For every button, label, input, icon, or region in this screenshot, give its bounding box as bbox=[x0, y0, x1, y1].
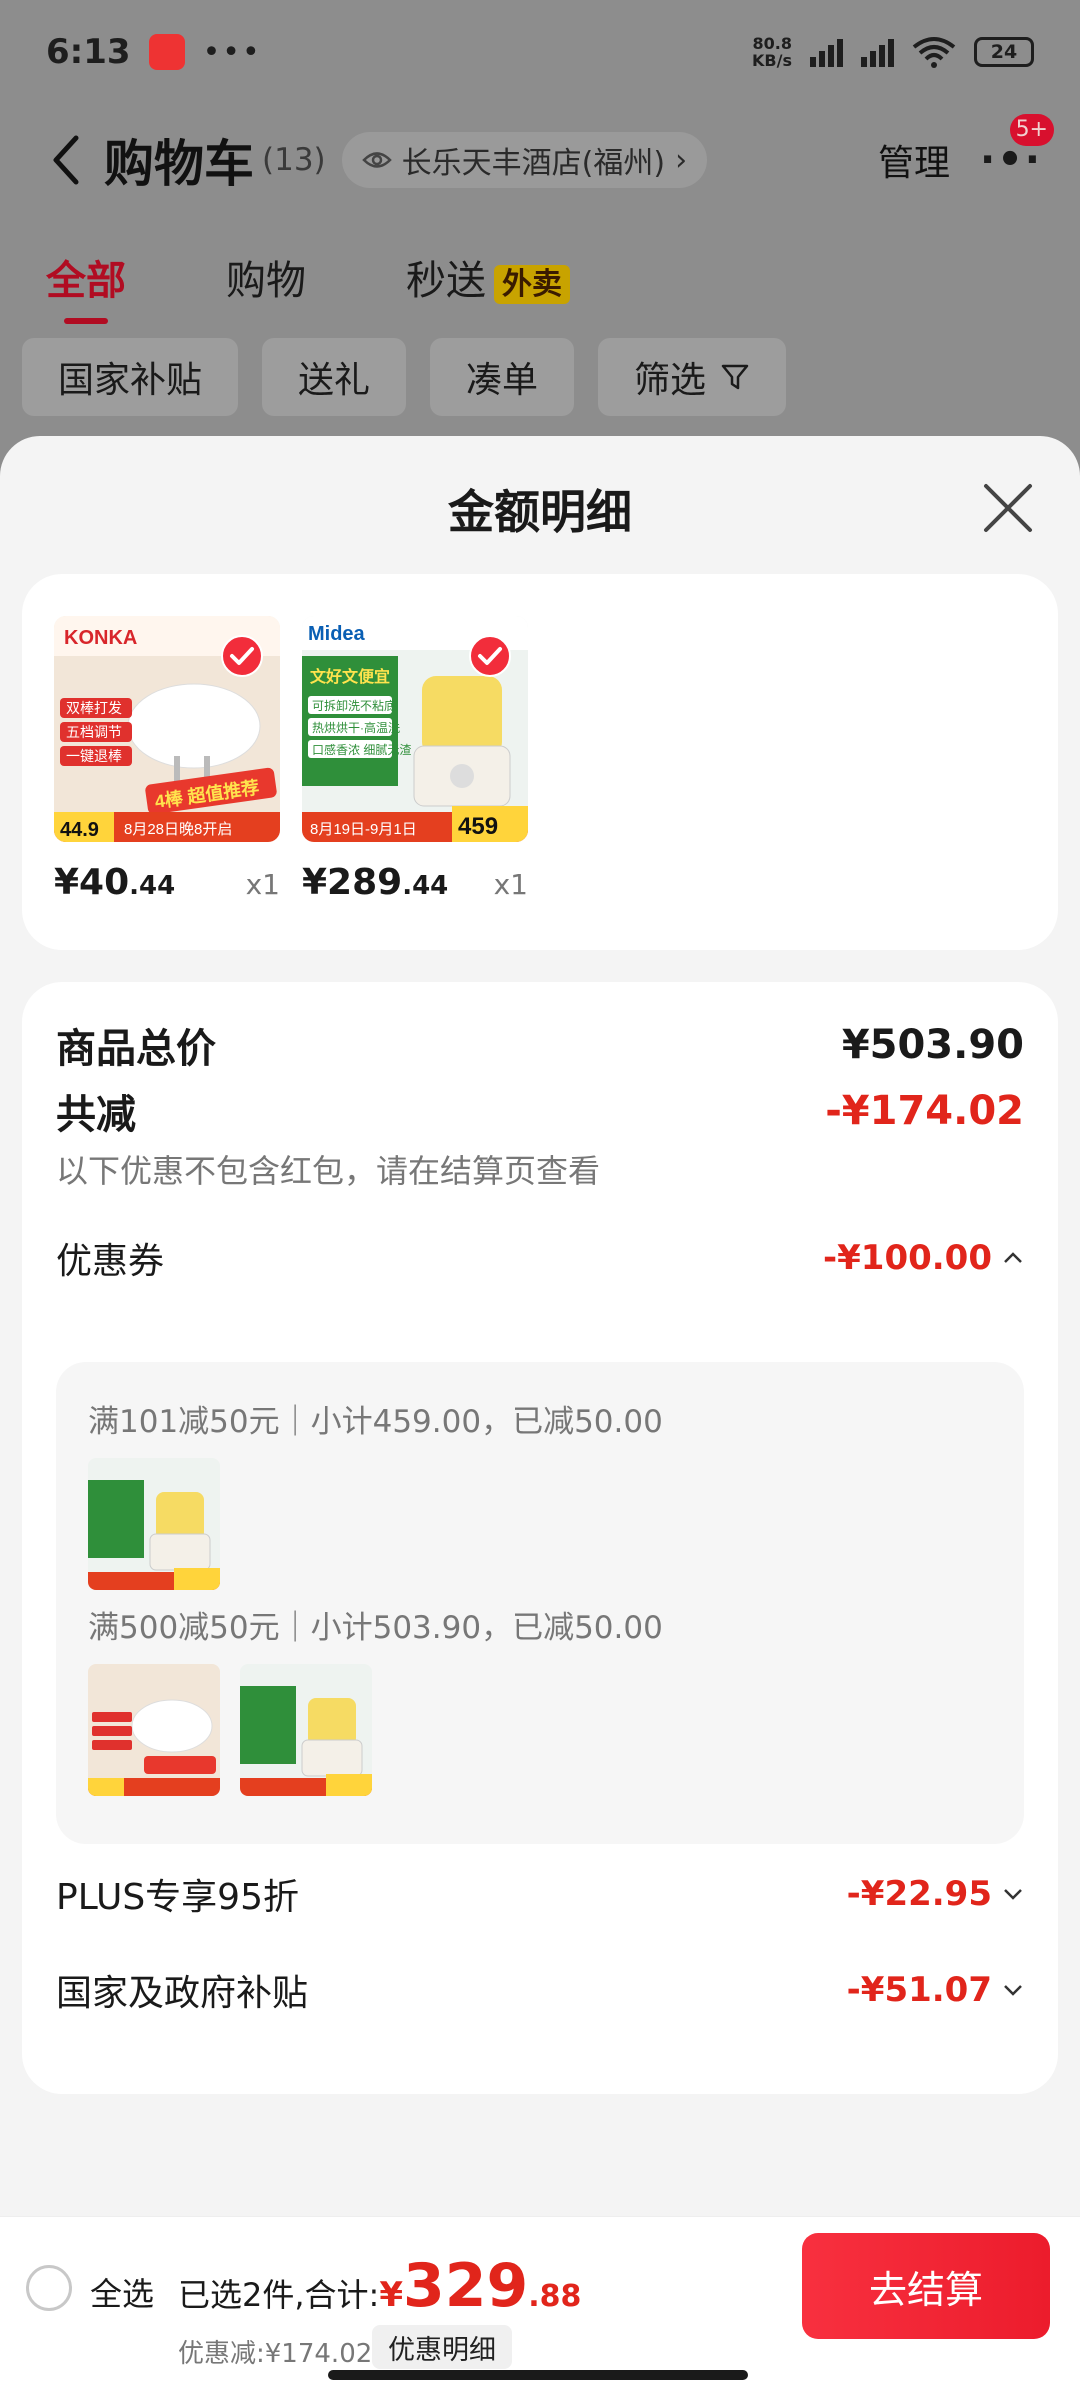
svg-text:KONKA: KONKA bbox=[64, 627, 137, 649]
product-thumb-mixer bbox=[88, 1664, 220, 1796]
status-time: 6:13 bbox=[46, 32, 131, 72]
discount-summary: 优惠减:¥174.02 bbox=[178, 2339, 373, 2369]
product-quantity: x1 bbox=[245, 868, 280, 901]
home-indicator[interactable] bbox=[328, 2370, 748, 2380]
takeout-tag: 外卖 bbox=[494, 265, 570, 304]
sheet-title: 金额明细 bbox=[448, 485, 632, 539]
coupon-label: 优惠券 bbox=[56, 1241, 165, 1282]
back-arrow-icon[interactable] bbox=[46, 132, 86, 188]
product-item[interactable]: Midea 文好文便宜 可拆卸洗不粘底 热烘烘干·高温洗 口感香浓 细腻无渣 4… bbox=[302, 616, 528, 903]
total-summary: 已选2件,合计: ¥ 329 .88 bbox=[178, 2251, 582, 2321]
eye-icon bbox=[361, 152, 392, 168]
category-tabs: 全部 购物 秒送 外卖 bbox=[46, 248, 570, 324]
manage-button[interactable]: 管理 bbox=[878, 134, 950, 186]
chip-bundle[interactable]: 凑单 bbox=[430, 338, 575, 416]
address-selector[interactable]: 长乐天丰酒店(福州) › bbox=[341, 132, 708, 188]
total-price-label: 商品总价 bbox=[56, 1026, 216, 1072]
total-price-value: ¥503.90 bbox=[841, 1022, 1024, 1068]
message-badge: 5+ bbox=[1009, 114, 1054, 146]
select-all-label[interactable]: 全选 bbox=[90, 2269, 154, 2315]
plus-discount-value: -¥22.95 bbox=[846, 1874, 992, 1914]
subsidy-value: -¥51.07 bbox=[846, 1970, 992, 2010]
discount-detail-button[interactable]: 优惠明细 bbox=[372, 2325, 512, 2369]
svg-text:8月28日晚8开启: 8月28日晚8开启 bbox=[124, 821, 232, 838]
subsidy-row[interactable]: 国家及政府补贴 -¥51.07 bbox=[56, 1958, 1024, 2022]
battery-icon: 24 bbox=[974, 37, 1034, 67]
svg-text:热烘烘干·高温洗: 热烘烘干·高温洗 bbox=[312, 720, 400, 735]
chevron-down-icon bbox=[1004, 1889, 1022, 1900]
svg-text:可拆卸洗不粘底: 可拆卸洗不粘底 bbox=[312, 698, 396, 713]
address-text: 长乐天丰酒店(福州) bbox=[401, 146, 666, 181]
page-title: 购物车 bbox=[104, 135, 254, 193]
svg-text:口感香浓 细腻无渣: 口感香浓 细腻无渣 bbox=[312, 742, 411, 757]
checked-icon bbox=[221, 635, 263, 677]
product-price: ¥40.44 bbox=[54, 862, 176, 903]
checkout-button[interactable]: 去结算 bbox=[802, 2233, 1050, 2339]
reduction-value: -¥174.02 bbox=[825, 1088, 1024, 1134]
reduction-row: 共减 -¥174.02 bbox=[56, 1076, 1024, 1146]
chevron-down-icon bbox=[1004, 1985, 1022, 1996]
amount-detail-sheet: 金额明细 KONKA 双棒打发 五档调节 一键退棒 4棒 超值推荐 44.9 8… bbox=[0, 436, 1080, 2400]
svg-text:459: 459 bbox=[458, 813, 498, 840]
product-image-soymilk-maker: Midea 文好文便宜 可拆卸洗不粘底 热烘烘干·高温洗 口感香浓 细腻无渣 4… bbox=[302, 616, 528, 842]
chip-gift[interactable]: 送礼 bbox=[262, 338, 407, 416]
product-quantity: x1 bbox=[493, 868, 528, 901]
checked-icon bbox=[469, 635, 511, 677]
total-price-row: 商品总价 ¥503.90 bbox=[56, 1010, 1024, 1080]
chip-national-subsidy[interactable]: 国家补贴 bbox=[22, 338, 239, 416]
reduction-label: 共减 bbox=[56, 1092, 136, 1138]
product-item[interactable]: KONKA 双棒打发 五档调节 一键退棒 4棒 超值推荐 44.9 8月28日晚… bbox=[54, 616, 280, 903]
close-icon[interactable] bbox=[980, 480, 1036, 536]
svg-text:44.9: 44.9 bbox=[60, 819, 99, 841]
total-amount: 329 bbox=[403, 2251, 529, 2321]
wifi-icon bbox=[912, 37, 956, 68]
app-notification-icon bbox=[148, 34, 185, 70]
coupon-value: -¥100.00 bbox=[823, 1238, 992, 1278]
tab-express[interactable]: 秒送 外卖 bbox=[406, 248, 570, 306]
product-thumb-soymilk-maker bbox=[88, 1458, 220, 1590]
svg-text:8月19日-9月1日: 8月19日-9月1日 bbox=[310, 821, 417, 838]
reduction-note: 以下优惠不包含红包，请在结算页查看 bbox=[56, 1152, 601, 1190]
subsidy-label: 国家及政府补贴 bbox=[56, 1973, 309, 2014]
svg-text:双棒打发: 双棒打发 bbox=[66, 700, 122, 716]
plus-discount-row[interactable]: PLUS专享95折 -¥22.95 bbox=[56, 1862, 1024, 1926]
filter-chips: 国家补贴 送礼 凑单 筛选 bbox=[22, 338, 787, 416]
more-menu-button[interactable]: ·•· 5+ bbox=[980, 114, 1054, 180]
tab-all[interactable]: 全部 bbox=[46, 248, 126, 324]
filter-icon bbox=[721, 364, 749, 390]
coupon-row[interactable]: 优惠券 -¥100.00 bbox=[56, 1226, 1024, 1290]
coupon-rule: 满101减50元｜小计459.00，已减50.00 bbox=[88, 1404, 663, 1440]
chip-filter[interactable]: 筛选 bbox=[598, 338, 787, 416]
cart-header: 购物车 (13) 长乐天丰酒店(福州) › 管理 ·•· 5+ bbox=[46, 114, 1054, 200]
plus-discount-label: PLUS专享95折 bbox=[56, 1877, 299, 1918]
svg-text:一键退棒: 一键退棒 bbox=[66, 748, 122, 764]
svg-text:文好文便宜: 文好文便宜 bbox=[310, 667, 390, 686]
product-thumb-soymilk-maker bbox=[240, 1664, 372, 1796]
svg-text:Midea: Midea bbox=[308, 623, 366, 645]
chevron-right-icon: › bbox=[675, 142, 688, 178]
status-bar: 6:13 ••• 80.8 KB/s 24 bbox=[46, 24, 1034, 80]
network-speed: 80.8 KB/s bbox=[752, 34, 792, 70]
price-details-card: 商品总价 ¥503.90 共减 -¥174.02 以下优惠不包含红包，请在结算页… bbox=[22, 982, 1058, 2094]
select-all-checkbox[interactable] bbox=[26, 2265, 72, 2311]
svg-text:五档调节: 五档调节 bbox=[66, 724, 122, 740]
coupon-rule: 满500减50元｜小计503.90，已减50.00 bbox=[88, 1610, 663, 1646]
product-image-mixer: KONKA 双棒打发 五档调节 一键退棒 4棒 超值推荐 44.9 8月28日晚… bbox=[54, 616, 280, 842]
coupon-breakdown: 满101减50元｜小计459.00，已减50.00 满500减50元｜小计503… bbox=[56, 1362, 1024, 1844]
more-notifications-icon: ••• bbox=[202, 34, 262, 70]
selected-products-card: KONKA 双棒打发 五档调节 一键退棒 4棒 超值推荐 44.9 8月28日晚… bbox=[22, 574, 1058, 950]
product-price: ¥289.44 bbox=[302, 862, 449, 903]
cart-count: (13) bbox=[262, 142, 326, 178]
chevron-up-icon bbox=[1004, 1252, 1022, 1263]
tab-shopping[interactable]: 购物 bbox=[226, 248, 306, 306]
signal-icon-2 bbox=[861, 37, 894, 67]
signal-icon bbox=[810, 37, 843, 67]
